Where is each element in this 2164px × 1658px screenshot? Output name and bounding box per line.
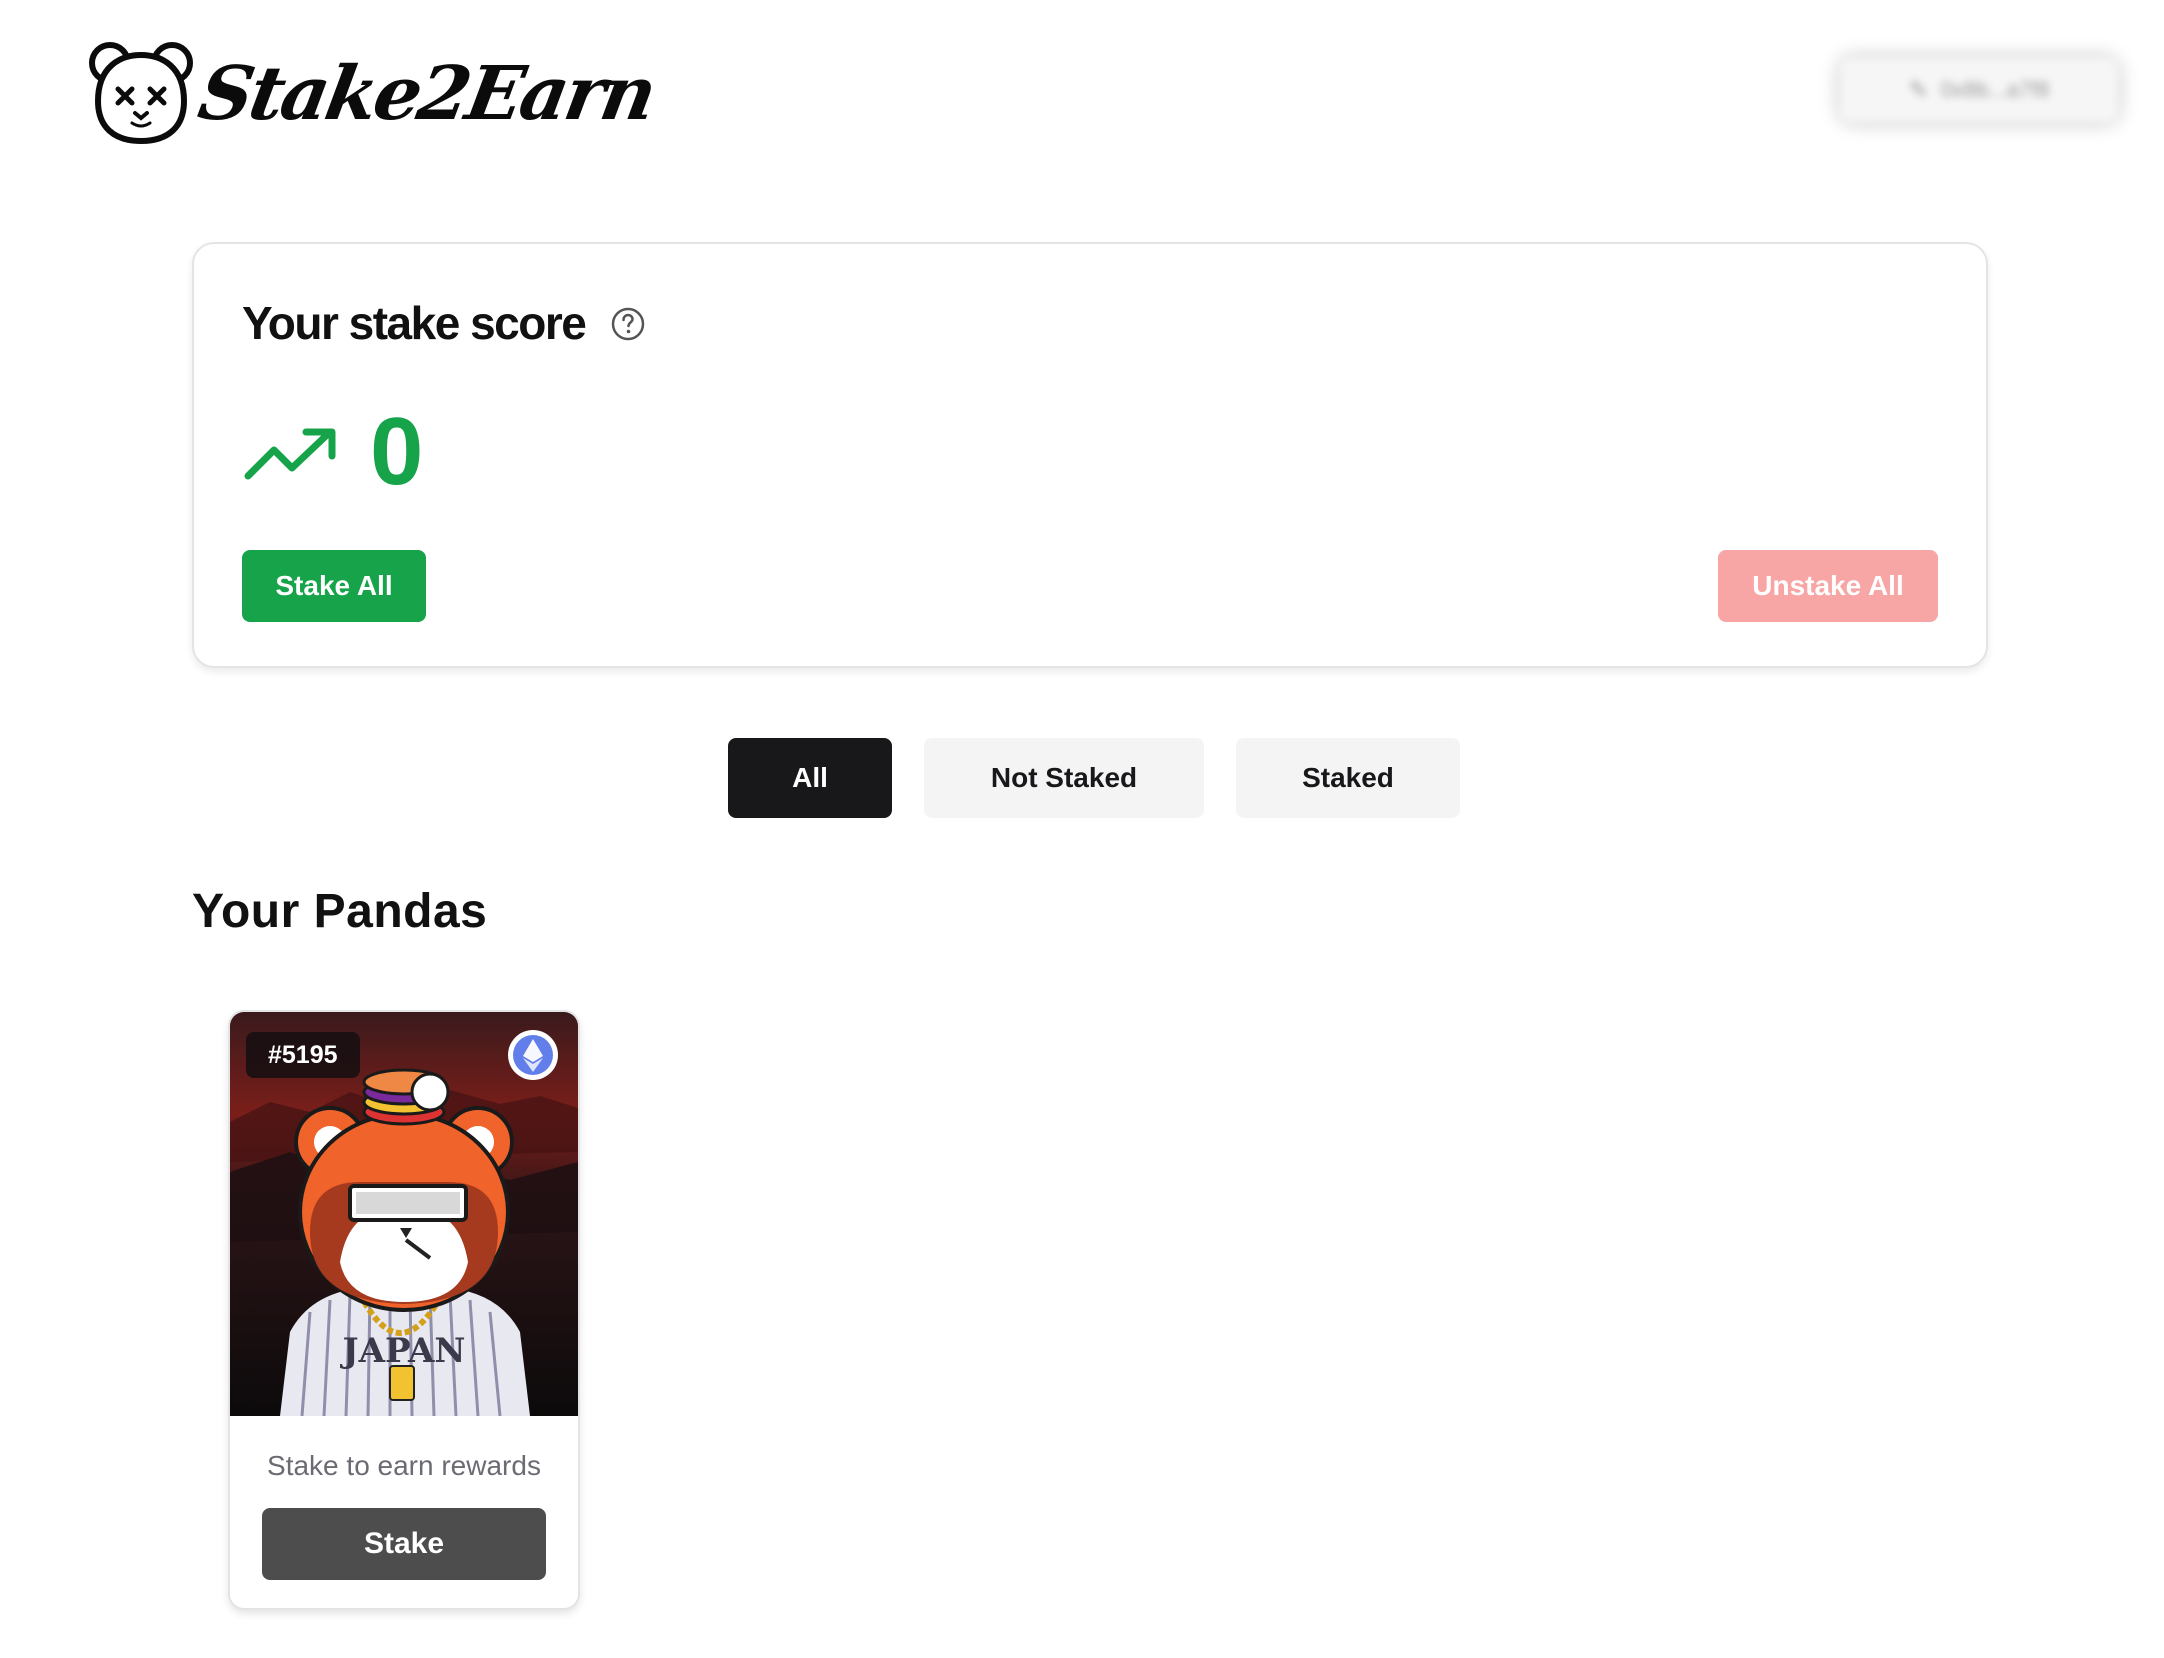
tab-staked[interactable]: Staked xyxy=(1236,738,1460,818)
stake-score-value: 0 xyxy=(370,398,424,505)
token-id-badge: #5195 xyxy=(246,1032,360,1078)
section-title: Your Pandas xyxy=(192,885,488,938)
help-icon[interactable] xyxy=(610,306,646,342)
logo-wordmark: Stake2Earn xyxy=(192,51,661,137)
tab-all[interactable]: All xyxy=(728,738,892,818)
logo[interactable]: Stake2Earn xyxy=(88,38,660,150)
unstake-all-button[interactable]: Unstake All xyxy=(1718,550,1938,622)
stake-all-button[interactable]: Stake All xyxy=(242,550,426,622)
wallet-icon: ✎ xyxy=(1908,76,1929,104)
wallet-button[interactable]: ✎ 0x8b...a7f8 xyxy=(1840,58,2118,122)
trending-up-icon xyxy=(244,428,336,480)
stake-button[interactable]: Stake xyxy=(262,1508,546,1580)
panda-logo-icon xyxy=(89,42,193,145)
stake-score-title: Your stake score xyxy=(242,297,587,349)
stake-score-card: Your stake score 0 Stake All Unstake All xyxy=(192,242,1988,668)
panda-card[interactable]: JAPAN #5195 Stake to earn rewards Stake xyxy=(228,1010,580,1610)
tab-not-staked[interactable]: Not Staked xyxy=(924,738,1204,818)
ethereum-icon xyxy=(508,1030,558,1080)
wallet-address: 0x8b...a7f8 xyxy=(1940,77,2050,102)
stake-caption: Stake to earn rewards xyxy=(267,1450,541,1481)
